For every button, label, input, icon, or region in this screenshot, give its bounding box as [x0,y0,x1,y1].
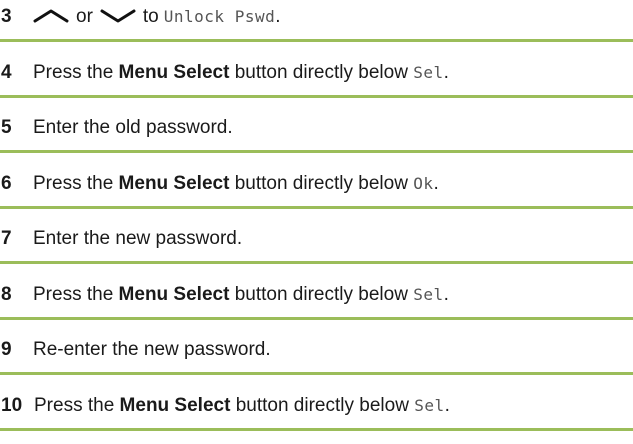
step-text-pre: Press the [33,283,114,305]
step-number: 5 [1,116,12,138]
step-end: . [433,172,439,194]
menu-select-button-name: Menu Select [118,61,230,83]
step-number: 6 [1,172,12,194]
step-number: 8 [1,283,12,305]
step-4: 4 Press the Menu Select button directly … [0,56,633,89]
step-5: 5 Enter the old password. [0,111,633,144]
step-text-post: button directly below [234,172,408,194]
step-text-post: button directly below [234,61,408,83]
divider [0,39,633,42]
step-7: 7 Enter the new password. [0,222,633,255]
step-number: 3 [1,5,12,27]
softkey-label: Sel [414,396,445,415]
step-text: Enter the new password. [33,227,243,249]
menu-select-button-name: Menu Select [118,283,230,305]
divider [0,372,633,375]
divider [0,95,633,98]
menu-select-button-name: Menu Select [118,172,230,194]
step-number: 4 [1,61,12,83]
step-text: Enter the old password. [33,116,233,138]
step-end: . [444,394,450,416]
or-label: or [76,5,93,27]
step-text-post: button directly below [235,394,409,416]
softkey-label: Sel [413,285,444,304]
step-text-pre: Press the [33,61,114,83]
step-number: 9 [1,338,12,360]
step-number: 10 [1,394,23,416]
step-3: 3 or to Unlock Pswd. [0,0,633,33]
step-10: 10 Press the Menu Select button directly… [0,389,633,422]
divider [0,428,633,431]
chevron-up-icon [33,9,69,22]
menu-select-button-name: Menu Select [119,394,231,416]
step-8: 8 Press the Menu Select button directly … [0,278,633,311]
to-label: to [142,5,159,27]
divider [0,206,633,209]
step-text-pre: Press the [34,394,115,416]
step-6: 6 Press the Menu Select button directly … [0,167,633,200]
softkey-label: Ok [413,174,434,193]
divider [0,317,633,320]
step-text: Re-enter the new password. [33,338,271,360]
step-end: . [443,283,449,305]
step-9: 9 Re-enter the new password. [0,333,633,366]
menu-item-display: Unlock Pswd [163,7,276,26]
softkey-label: Sel [413,63,444,82]
step-end: . [275,5,281,27]
divider [0,150,633,153]
step-text-post: button directly below [234,283,408,305]
step-number: 7 [1,227,12,249]
step-end: . [443,61,449,83]
divider [0,261,633,264]
step-text-pre: Press the [33,172,114,194]
chevron-down-icon [100,9,136,22]
